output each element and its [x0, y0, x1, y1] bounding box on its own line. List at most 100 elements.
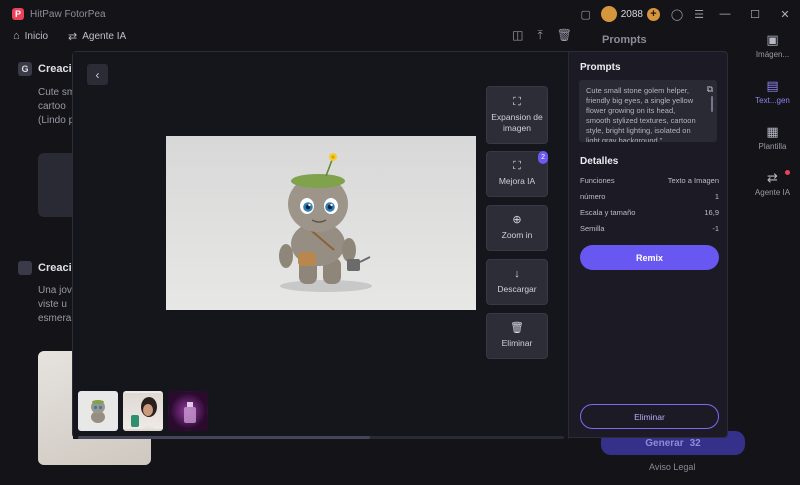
coin-icon: [600, 6, 617, 22]
close-icon[interactable]: ✕: [770, 8, 800, 21]
detail-row-seed: Semilla -1: [580, 224, 719, 233]
feed-card-header: Creació: [18, 261, 78, 275]
tool-label: Expansion de imagen: [491, 111, 543, 133]
detail-value: Texto a Imagen: [667, 176, 719, 185]
sidebar-item-image[interactable]: ▣ Imágen...: [745, 32, 800, 59]
nav-agent[interactable]: ⇄ Agente IA: [68, 30, 126, 43]
detail-row-number: número 1: [580, 192, 719, 201]
legal-link[interactable]: Aviso Legal: [649, 462, 695, 472]
notification-dot: [785, 170, 790, 175]
stone-golem-illustration: [279, 153, 372, 292]
sidebar-item-label: Text...gen: [755, 96, 790, 105]
detail-row-scale: Escala y tamaño 16,9: [580, 208, 719, 217]
prompt-text: Cute small stone golem helper, friendly …: [586, 86, 696, 142]
user-icon[interactable]: ◯: [666, 3, 688, 25]
template-icon: ▦: [766, 124, 779, 139]
detail-label: número: [580, 192, 606, 201]
prompt-scrollbar[interactable]: [711, 96, 713, 112]
detail-value: 1: [714, 192, 719, 201]
coin-count: 2088: [620, 8, 643, 20]
detail-label: Semilla: [580, 224, 605, 233]
right-sidebar: ▣ Imágen... ▤ Text...gen ▦ Plantilla ⇄ A…: [745, 28, 800, 485]
title-bar: P HitPaw FotorPea ▢ 2088 + ◯ ☰ — ☐ ✕: [0, 0, 800, 28]
nav-agent-label: Agente IA: [82, 30, 127, 42]
sidebar-item-template[interactable]: ▦ Plantilla: [745, 124, 800, 151]
minimize-icon[interactable]: —: [710, 8, 740, 20]
feed-badge: [18, 261, 32, 275]
zoom-in-icon: ⊕: [512, 214, 522, 226]
copy-icon[interactable]: ⧉: [707, 84, 713, 94]
remix-button[interactable]: Remix: [580, 245, 719, 270]
app-logo: P: [12, 8, 24, 20]
tool-label: Eliminar: [501, 338, 533, 348]
prompts-heading: Prompts: [580, 62, 621, 73]
app-window: P HitPaw FotorPea ▢ 2088 + ◯ ☰ — ☐ ✕ ⌂ I…: [0, 0, 800, 485]
tool-label: Zoom in: [501, 230, 533, 240]
scrollbar-thumb[interactable]: [78, 436, 370, 439]
image-icon: ▣: [766, 32, 779, 47]
thumbnail-strip: [78, 391, 208, 431]
thumbnail-perfume[interactable]: [168, 391, 208, 431]
trash-icon: 🗑: [510, 322, 524, 334]
generate-label: Generar: [645, 437, 684, 449]
coin-balance[interactable]: 2088 +: [600, 6, 660, 22]
nav-bar: ⌂ Inicio ⇄ Agente IA ◫ ⤒ 🗑: [0, 28, 590, 44]
detail-label: Funciones: [580, 176, 615, 185]
image-expand-icon: ⛶: [513, 95, 521, 108]
thumbnail-scrollbar[interactable]: [78, 436, 564, 439]
thumbnail-golem[interactable]: [78, 391, 118, 431]
text-image-icon: ▤: [766, 78, 779, 93]
details-panel: Prompts Cute small stone golem helper, f…: [571, 52, 727, 439]
tool-label: Descargar: [497, 284, 537, 294]
detail-value: 16,9: [704, 208, 719, 217]
tool-ai-enhance[interactable]: 2 ⛶ Mejora IA: [486, 151, 548, 197]
golem-thumbnail-art: [91, 400, 105, 423]
home-icon: ⌂: [13, 30, 20, 42]
chevron-left-icon: ‹: [95, 67, 100, 82]
image-detail-modal: ‹ ⛶ Expansion de imagen 2 ⛶ Mejora IA ⊕ …: [72, 51, 728, 439]
prompt-panel-title: Prompts: [602, 34, 647, 46]
tool-delete[interactable]: 🗑 Eliminar: [486, 313, 548, 359]
tool-label: Mejora IA: [498, 176, 536, 186]
agent-icon: ⇄: [68, 30, 78, 43]
sidebar-item-label: Agente IA: [754, 188, 791, 197]
thumbnail-woman[interactable]: [123, 391, 163, 431]
title-bar-controls: ▢ 2088 + ◯ ☰ — ☐ ✕: [575, 0, 800, 28]
enhance-icon: ⛶: [513, 160, 521, 172]
prompt-text-box[interactable]: Cute small stone golem helper, friendly …: [579, 80, 717, 142]
maximize-icon[interactable]: ☐: [740, 8, 770, 21]
nav-tools: ◫ ⤒ 🗑: [512, 28, 572, 43]
sidebar-item-label: Plantilla: [758, 142, 787, 151]
tool-download[interactable]: ↓ Descargar: [486, 259, 548, 305]
nav-home-label: Inicio: [24, 30, 49, 42]
sidebar-item-label: Imágen...: [755, 50, 790, 59]
image-viewer: ‹ ⛶ Expansion de imagen 2 ⛶ Mejora IA ⊕ …: [73, 52, 569, 439]
upload-icon[interactable]: ⤒: [537, 28, 542, 43]
menu-icon[interactable]: ☰: [688, 3, 710, 25]
screen-capture-icon[interactable]: ▢: [575, 3, 597, 25]
perfume-thumbnail-art: [184, 402, 196, 423]
feed-badge: G: [18, 62, 32, 76]
agent-icon: ⇄: [767, 170, 778, 185]
feed-card-header: G Creació: [18, 62, 78, 76]
detail-row-functions: Funciones Texto a Imagen: [580, 176, 719, 185]
trash-icon[interactable]: 🗑: [557, 28, 572, 43]
add-coins-icon[interactable]: +: [647, 7, 660, 21]
compare-icon[interactable]: ◫: [512, 28, 523, 43]
tool-image-expansion[interactable]: ⛶ Expansion de imagen: [486, 86, 548, 144]
details-heading: Detalles: [580, 156, 619, 167]
delete-button[interactable]: Eliminar: [580, 404, 719, 429]
detail-value: -1: [712, 224, 719, 233]
sidebar-item-text-to-image[interactable]: ▤ Text...gen: [745, 78, 800, 105]
app-name: HitPaw FotorPea: [30, 8, 106, 20]
tool-zoom-in[interactable]: ⊕ Zoom in: [486, 205, 548, 251]
generate-cost: 32: [689, 437, 701, 449]
download-icon: ↓: [514, 268, 520, 280]
detail-label: Escala y tamaño: [580, 208, 636, 217]
ai-enhance-badge: 2: [538, 151, 548, 164]
back-button[interactable]: ‹: [87, 64, 108, 85]
generated-image[interactable]: [166, 136, 476, 310]
sidebar-item-agent[interactable]: ⇄ Agente IA: [745, 170, 800, 197]
woman-thumbnail-art: [131, 397, 157, 429]
nav-home[interactable]: ⌂ Inicio: [13, 30, 48, 42]
